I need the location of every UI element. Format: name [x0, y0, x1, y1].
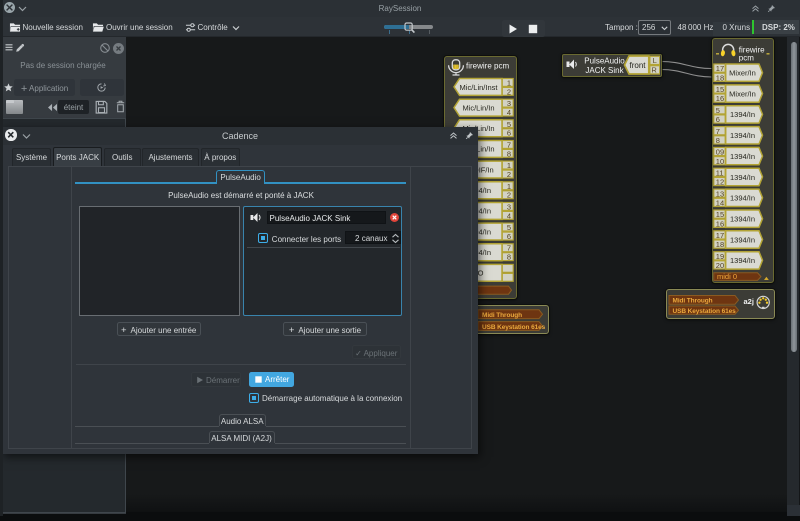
svg-text:20: 20	[715, 261, 723, 270]
svg-text:15: 15	[715, 85, 723, 94]
svg-text:09: 09	[715, 148, 723, 157]
svg-text:12: 12	[715, 178, 723, 187]
svg-text:1: 1	[506, 78, 510, 87]
svg-text:1394/In: 1394/In	[729, 152, 754, 161]
svg-text:6: 6	[715, 115, 719, 124]
svg-text:a2j: a2j	[744, 297, 754, 306]
svg-text:18: 18	[715, 73, 723, 82]
svg-text:13: 13	[715, 189, 723, 198]
svg-text:3: 3	[506, 99, 510, 108]
svg-text:5: 5	[506, 223, 510, 232]
svg-text:USB Keystation 61es: USB Keystation 61es	[482, 323, 546, 330]
svg-text:L: L	[652, 56, 656, 65]
svg-text:1394/In: 1394/In	[729, 256, 754, 265]
svg-text:7: 7	[506, 140, 510, 149]
svg-text:2: 2	[506, 191, 510, 200]
svg-text:11: 11	[715, 168, 723, 177]
svg-text:1394/In: 1394/In	[729, 110, 754, 119]
svg-text:8: 8	[715, 136, 719, 145]
svg-text:6: 6	[506, 232, 510, 241]
svg-text:2: 2	[506, 87, 510, 96]
svg-text:Midi Through: Midi Through	[673, 298, 713, 305]
svg-text:8: 8	[506, 149, 510, 158]
svg-text:USB Keystation 61es: USB Keystation 61es	[673, 308, 737, 315]
svg-text:18: 18	[715, 240, 723, 249]
svg-text:5: 5	[715, 106, 719, 115]
svg-text:5: 5	[506, 120, 510, 129]
svg-text:16: 16	[715, 94, 723, 103]
svg-text:16: 16	[715, 219, 723, 228]
svg-text:pcm: pcm	[738, 54, 753, 63]
svg-text:7: 7	[715, 127, 719, 136]
svg-text:4: 4	[506, 108, 510, 117]
svg-text:1394/In: 1394/In	[729, 235, 754, 244]
svg-text:Midi Through: Midi Through	[482, 312, 522, 319]
svg-text:Mixer/In: Mixer/In	[729, 89, 756, 98]
svg-text:Mixer/In: Mixer/In	[729, 69, 756, 78]
svg-text:19: 19	[715, 252, 723, 261]
svg-text:2: 2	[506, 170, 510, 179]
svg-text:3: 3	[506, 202, 510, 211]
svg-text:14: 14	[715, 199, 723, 208]
svg-text:17: 17	[715, 231, 723, 240]
svg-text:17: 17	[715, 64, 723, 73]
svg-text:7: 7	[506, 244, 510, 253]
svg-text:1394/In: 1394/In	[729, 215, 754, 224]
svg-text:6: 6	[506, 129, 510, 138]
svg-text:8: 8	[506, 253, 510, 262]
svg-text:Mic/Lin/In: Mic/Lin/In	[462, 103, 494, 112]
svg-text:1394/In: 1394/In	[729, 173, 754, 182]
svg-text:4: 4	[506, 211, 510, 220]
svg-text:midi 0: midi 0	[717, 272, 737, 281]
svg-text:PulseAudio: PulseAudio	[584, 56, 625, 65]
svg-text:10: 10	[715, 157, 723, 166]
svg-text:front: front	[629, 60, 646, 69]
svg-text:R: R	[651, 65, 657, 74]
svg-text:1394/In: 1394/In	[729, 131, 754, 140]
svg-text:1: 1	[506, 161, 510, 170]
svg-text:1: 1	[506, 182, 510, 191]
svg-text:1394/In: 1394/In	[729, 194, 754, 203]
svg-text:JACK Sink: JACK Sink	[585, 65, 624, 74]
svg-text:firewire pcm: firewire pcm	[466, 61, 509, 70]
svg-text:Mic/Lin/Inst: Mic/Lin/Inst	[459, 83, 498, 92]
svg-text:15: 15	[715, 210, 723, 219]
